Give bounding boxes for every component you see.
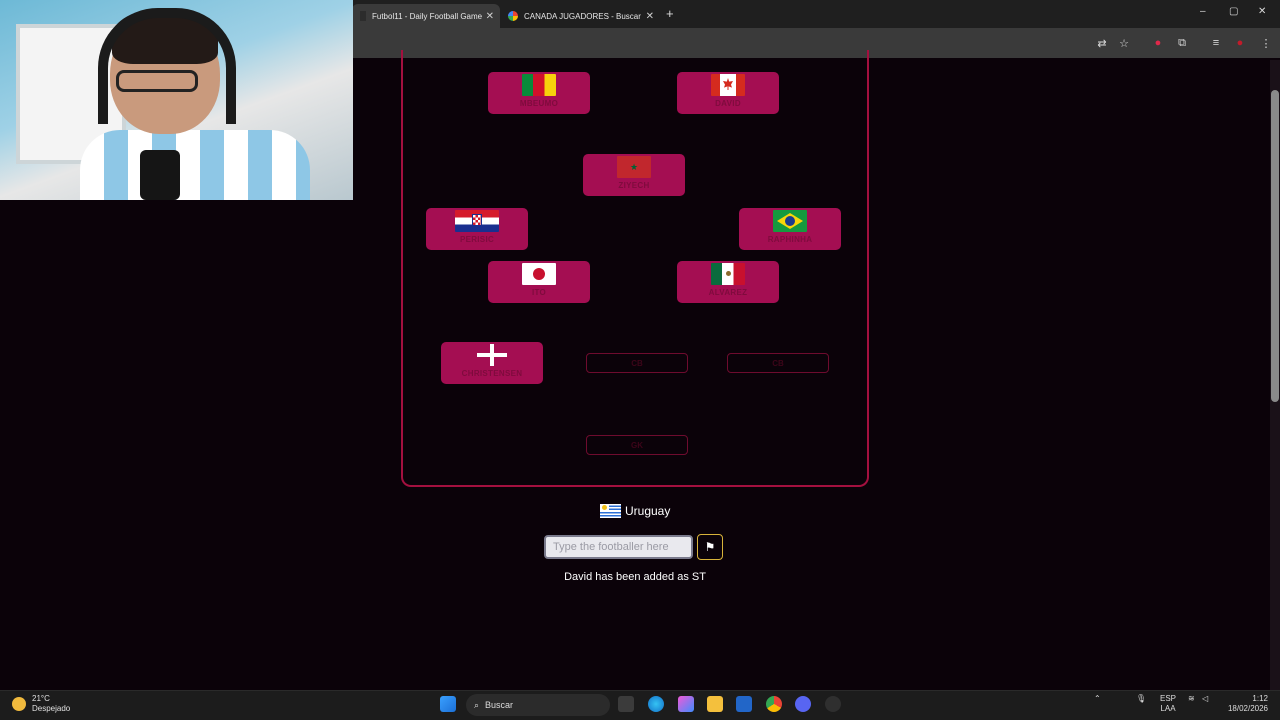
player-card-david[interactable]: DAVID [677,72,779,114]
empty-slot-cb-left[interactable]: CB [586,353,688,373]
task-view-icon[interactable] [618,696,634,712]
argentina-shirt [80,130,310,200]
extension-icon[interactable]: ● [1150,35,1166,51]
player-card-raphinha[interactable]: RAPHINHA [739,208,841,250]
search-icon: ⌕ [474,699,480,710]
tab-label: CANADA JUGADORES - Buscar [524,11,641,21]
player-card-alvarez[interactable]: ALVAREZ [677,261,779,303]
tab-favicon [360,11,366,21]
player-name: ZIYECH [618,181,650,190]
mexico-flag-icon [711,263,745,285]
weather-condition: Despejado [32,704,71,713]
slot-label: CB [772,358,784,368]
close-tab-icon[interactable]: ✕ [486,11,494,22]
minimize-button[interactable]: – [1200,6,1206,17]
time: 1:12 [1252,694,1268,703]
chrome-icon[interactable] [766,696,782,712]
player-name: ALVAREZ [708,288,748,297]
extensions-puzzle-icon[interactable]: ⧉ [1174,35,1190,51]
wifi-icon[interactable]: ≋ [1188,694,1195,704]
cameroon-flag-icon [522,74,556,96]
scrollbar-thumb[interactable] [1271,90,1279,402]
media-controls-icon[interactable]: ≡ [1208,35,1224,51]
player-card-ziyech[interactable]: ★ ZIYECH [583,154,685,196]
empty-slot-gk[interactable]: GK [586,435,688,455]
clock[interactable]: 1:12 18/02/2026 [1226,694,1268,714]
player-name: PERISIC [459,235,495,244]
microphone [140,150,180,200]
file-explorer-icon[interactable] [707,696,723,712]
taskbar-search[interactable]: ⌕ Buscar [466,694,610,716]
store-icon[interactable] [736,696,752,712]
lang-top: ESP [1160,694,1177,703]
edge-icon[interactable] [648,696,664,712]
translate-icon[interactable]: ⇄ [1094,35,1110,51]
profile-avatar[interactable]: ● [1232,35,1248,51]
flag-icon: ⚑ [704,540,716,554]
empty-slot-cb-right[interactable]: CB [727,353,829,373]
brazil-flag-icon [773,210,807,232]
slot-label: GK [631,440,643,450]
taskbar-search-label: Buscar [485,700,514,710]
chevron-up-icon[interactable]: ⌃ [1094,694,1101,704]
player-card-mbeumo[interactable]: MBEUMO [488,72,590,114]
weather-widget[interactable]: 21°C Despejado [12,694,70,714]
webcam-overlay [0,0,353,200]
moon-icon [12,697,26,711]
player-card-ito[interactable]: ITO [488,261,590,303]
player-name: RAPHINHA [767,235,813,244]
denmark-flag-icon [475,344,509,366]
player-card-christensen[interactable]: CHRISTENSEN [441,342,543,384]
close-tab-icon[interactable]: ✕ [646,11,654,22]
copilot-icon[interactable] [678,696,694,712]
language-indicator[interactable]: ESP LAA [1160,694,1176,714]
player-name: MBEUMO [519,99,559,108]
player-card-perisic[interactable]: PERISIC [426,208,528,250]
windows-taskbar [0,690,1280,720]
date: 18/02/2026 [1227,704,1268,713]
tab-futbol11[interactable]: Futbol11 - Daily Football Game ✕ [352,4,500,28]
close-window-button[interactable]: ✕ [1258,6,1266,17]
google-icon [508,11,518,21]
player-name: CHRISTENSEN [461,369,523,378]
current-country: Uruguay [600,504,670,518]
discord-icon[interactable] [795,696,811,712]
headphones [98,8,236,124]
menu-kebab-icon[interactable]: ⋮ [1258,35,1274,51]
volume-icon[interactable]: ◁ [1202,694,1208,704]
maximize-button[interactable]: ▢ [1229,6,1238,17]
obs-icon[interactable] [825,696,841,712]
bookmark-star-icon[interactable]: ☆ [1116,35,1132,51]
temperature: 21°C [32,694,50,703]
player-name: ITO [531,288,547,297]
canada-flag-icon [711,74,745,96]
morocco-flag-icon: ★ [617,156,651,178]
croatia-flag-icon [455,210,499,232]
give-up-flag-button[interactable]: ⚑ [697,534,723,560]
windows-start-icon[interactable] [440,696,456,712]
status-message: David has been added as ST [564,571,706,583]
football-pitch [401,50,869,487]
tab-label: Futbol11 - Daily Football Game [372,11,483,21]
new-tab-button[interactable]: + [666,6,674,21]
microphone-icon[interactable]: 🎙 [1136,694,1146,704]
footballer-search-input[interactable] [544,535,693,559]
tab-canada-jugadores[interactable]: CANADA JUGADORES - Buscar ✕ [500,4,660,28]
japan-flag-icon [522,263,556,285]
uruguay-flag-icon [600,504,621,518]
slot-label: CB [631,358,643,368]
lang-bottom: LAA [1160,704,1176,713]
player-name: DAVID [715,99,741,108]
country-name: Uruguay [625,504,671,518]
